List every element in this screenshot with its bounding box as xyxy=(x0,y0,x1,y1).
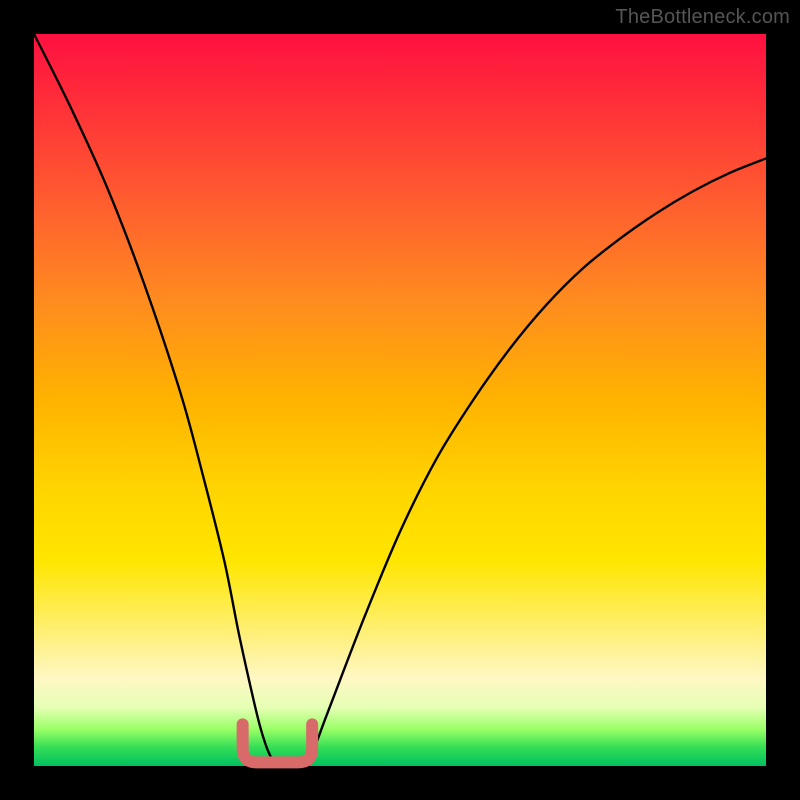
plot-area xyxy=(34,34,766,766)
flat-region-marker xyxy=(243,724,313,762)
watermark-text: TheBottleneck.com xyxy=(615,6,790,29)
chart-frame: TheBottleneck.com xyxy=(0,0,800,800)
curve-layer xyxy=(34,34,766,766)
bottleneck-curve xyxy=(34,34,766,765)
